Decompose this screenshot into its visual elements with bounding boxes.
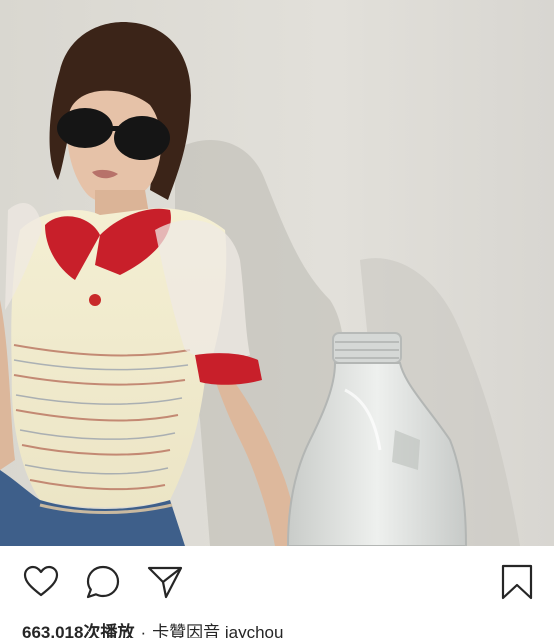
comment-icon[interactable] (84, 563, 122, 601)
view-count[interactable]: 663,018次播放 (22, 623, 134, 638)
meta-separator: · (140, 623, 147, 638)
heart-icon[interactable] (22, 563, 60, 601)
bookmark-icon[interactable] (498, 563, 536, 601)
video-frame-image (0, 0, 554, 546)
paper-plane-icon[interactable] (146, 563, 184, 601)
post-video[interactable] (0, 0, 554, 546)
post-action-bar (0, 546, 554, 612)
post-meta-line: 663,018次播放 · 卡贊因音 jaychou (22, 618, 542, 638)
audio-label[interactable]: 卡贊因音 jaychou (152, 623, 283, 638)
